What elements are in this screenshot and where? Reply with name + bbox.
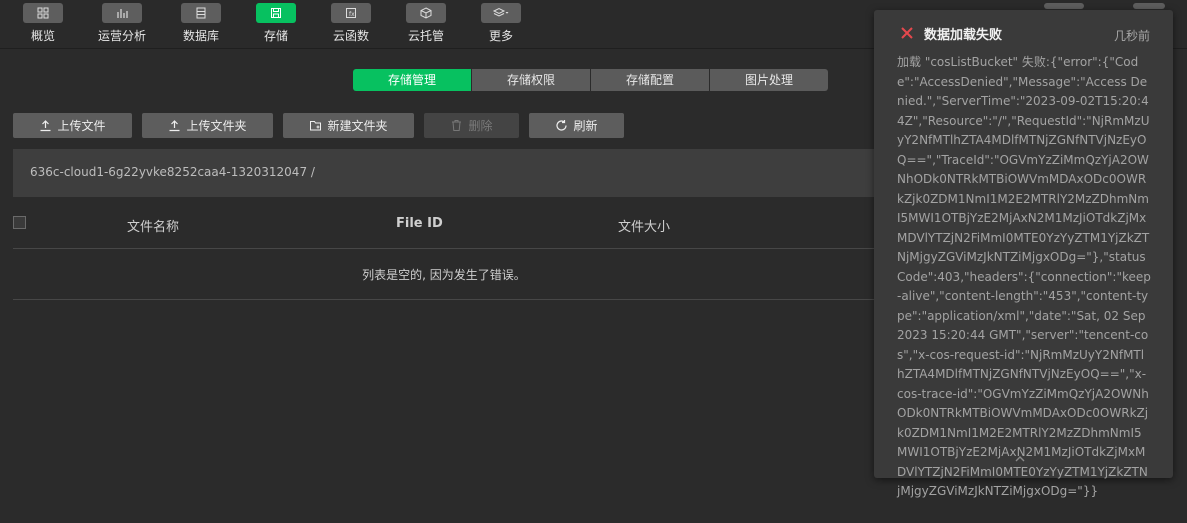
- tab-image-processing[interactable]: 图片处理: [710, 69, 828, 91]
- cube-icon: [406, 3, 446, 23]
- toolbar-icon-partial[interactable]: [1044, 3, 1084, 9]
- notification-title: 数据加载失败: [924, 28, 1003, 43]
- upload-icon: [169, 120, 180, 132]
- column-file-id[interactable]: File ID: [396, 216, 443, 231]
- tab-storage-permissions[interactable]: 存储权限: [472, 69, 590, 91]
- nav-item-more[interactable]: 更多: [469, 0, 533, 48]
- trash-icon: [452, 120, 462, 131]
- database-icon: [181, 3, 221, 23]
- table-empty-row: 列表是空的, 因为发生了错误。: [13, 249, 875, 300]
- upload-folder-label: 上传文件夹: [186, 119, 247, 133]
- delete-button[interactable]: 删除: [424, 113, 519, 138]
- storage-tabs: 存储管理 存储权限 存储配置 图片处理: [353, 69, 828, 91]
- select-all-checkbox[interactable]: [13, 216, 26, 229]
- nav-label: 云函数: [332, 29, 369, 43]
- upload-file-button[interactable]: 上传文件: [13, 113, 132, 138]
- refresh-button[interactable]: 刷新: [529, 113, 624, 138]
- nav-label: 存储: [263, 29, 288, 43]
- nav-label: 更多: [488, 29, 513, 43]
- nav-item-analytics[interactable]: 运营分析: [90, 0, 154, 48]
- toolbar-icon-partial[interactable]: [1133, 3, 1165, 9]
- layers-icon: [481, 3, 521, 23]
- chevron-up-icon[interactable]: [1013, 454, 1027, 464]
- upload-folder-button[interactable]: 上传文件夹: [142, 113, 273, 138]
- nav-item-database[interactable]: 数据库: [169, 0, 233, 48]
- nav-item-overview[interactable]: 概览: [11, 0, 75, 48]
- refresh-label: 刷新: [573, 119, 598, 133]
- column-file-size[interactable]: 文件大小: [618, 216, 670, 235]
- new-folder-label: 新建文件夹: [327, 119, 388, 133]
- folder-plus-icon: [310, 121, 322, 131]
- file-table-header: 文件名称 File ID 文件大小: [13, 205, 875, 249]
- tab-storage-management[interactable]: 存储管理: [353, 69, 471, 91]
- svg-text:fx: fx: [349, 11, 355, 18]
- notification-message: 加载 "cosListBucket" 失败:{"error":{"Code":"…: [897, 55, 1151, 498]
- upload-file-label: 上传文件: [57, 119, 106, 133]
- refresh-icon: [556, 120, 568, 131]
- nav-item-cloud-function[interactable]: fx 云函数: [319, 0, 383, 48]
- close-icon[interactable]: [900, 26, 914, 40]
- path-breadcrumb: 636c-cloud1-6g22yvke8252caa4-1320312047 …: [13, 149, 875, 197]
- nav-label: 数据库: [182, 29, 219, 43]
- notification-time: 几秒前: [1113, 29, 1150, 43]
- dashboard-icon: [23, 3, 63, 23]
- function-icon: fx: [331, 3, 371, 23]
- app-root: 概览 运营分析 数据库 存储 fx 云函数 云托管 更多 存储管理 存储权限 存…: [0, 0, 1187, 523]
- bucket-path[interactable]: 636c-cloud1-6g22yvke8252caa4-1320312047 …: [30, 165, 315, 179]
- nav-item-cloud-hosting[interactable]: 云托管: [394, 0, 458, 48]
- nav-label: 运营分析: [97, 29, 146, 43]
- error-notification: 数据加载失败 几秒前 加载 "cosListBucket" 失败:{"error…: [874, 10, 1173, 498]
- upload-icon: [40, 120, 51, 132]
- delete-label: 删除: [468, 119, 493, 133]
- nav-label: 概览: [30, 29, 55, 43]
- tab-storage-config[interactable]: 存储配置: [591, 69, 709, 91]
- nav-label: 云托管: [407, 29, 444, 43]
- bar-chart-icon: [102, 3, 142, 23]
- empty-message: 列表是空的, 因为发生了错误。: [362, 268, 526, 282]
- new-folder-button[interactable]: 新建文件夹: [283, 113, 414, 138]
- storage-icon: [256, 3, 296, 23]
- column-file-name[interactable]: 文件名称: [127, 216, 179, 235]
- nav-item-storage[interactable]: 存储: [244, 0, 308, 48]
